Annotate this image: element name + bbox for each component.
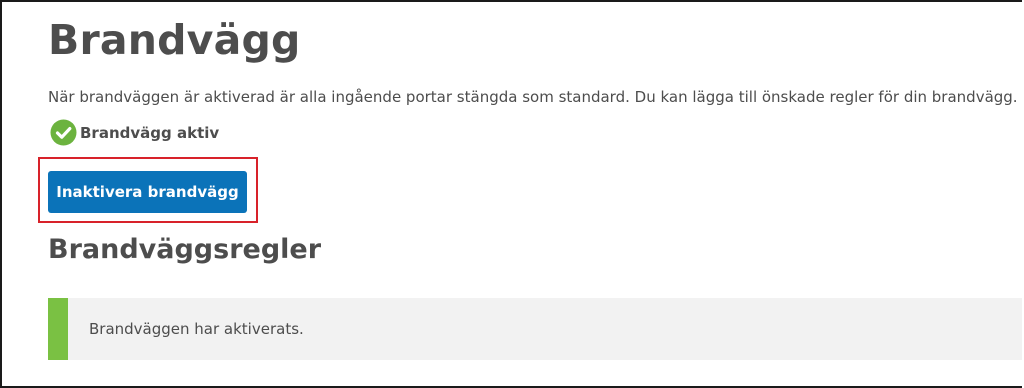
firewall-status: Brandvägg aktiv [50,119,219,146]
page-description: När brandväggen är aktiverad är alla ing… [48,88,1018,106]
rules-section-title: Brandväggsregler [48,234,322,265]
notice-accent-bar [48,298,68,360]
notice-text: Brandväggen har aktiverats. [89,320,304,338]
check-circle-icon [50,119,77,146]
success-notice: Brandväggen har aktiverats. [48,298,1022,360]
status-label: Brandvägg aktiv [80,123,220,142]
disable-firewall-button[interactable]: Inaktivera brandvägg [48,171,247,213]
page-title: Brandvägg [48,16,301,64]
screenshot-frame: Brandvägg När brandväggen är aktiverad ä… [0,0,1022,388]
